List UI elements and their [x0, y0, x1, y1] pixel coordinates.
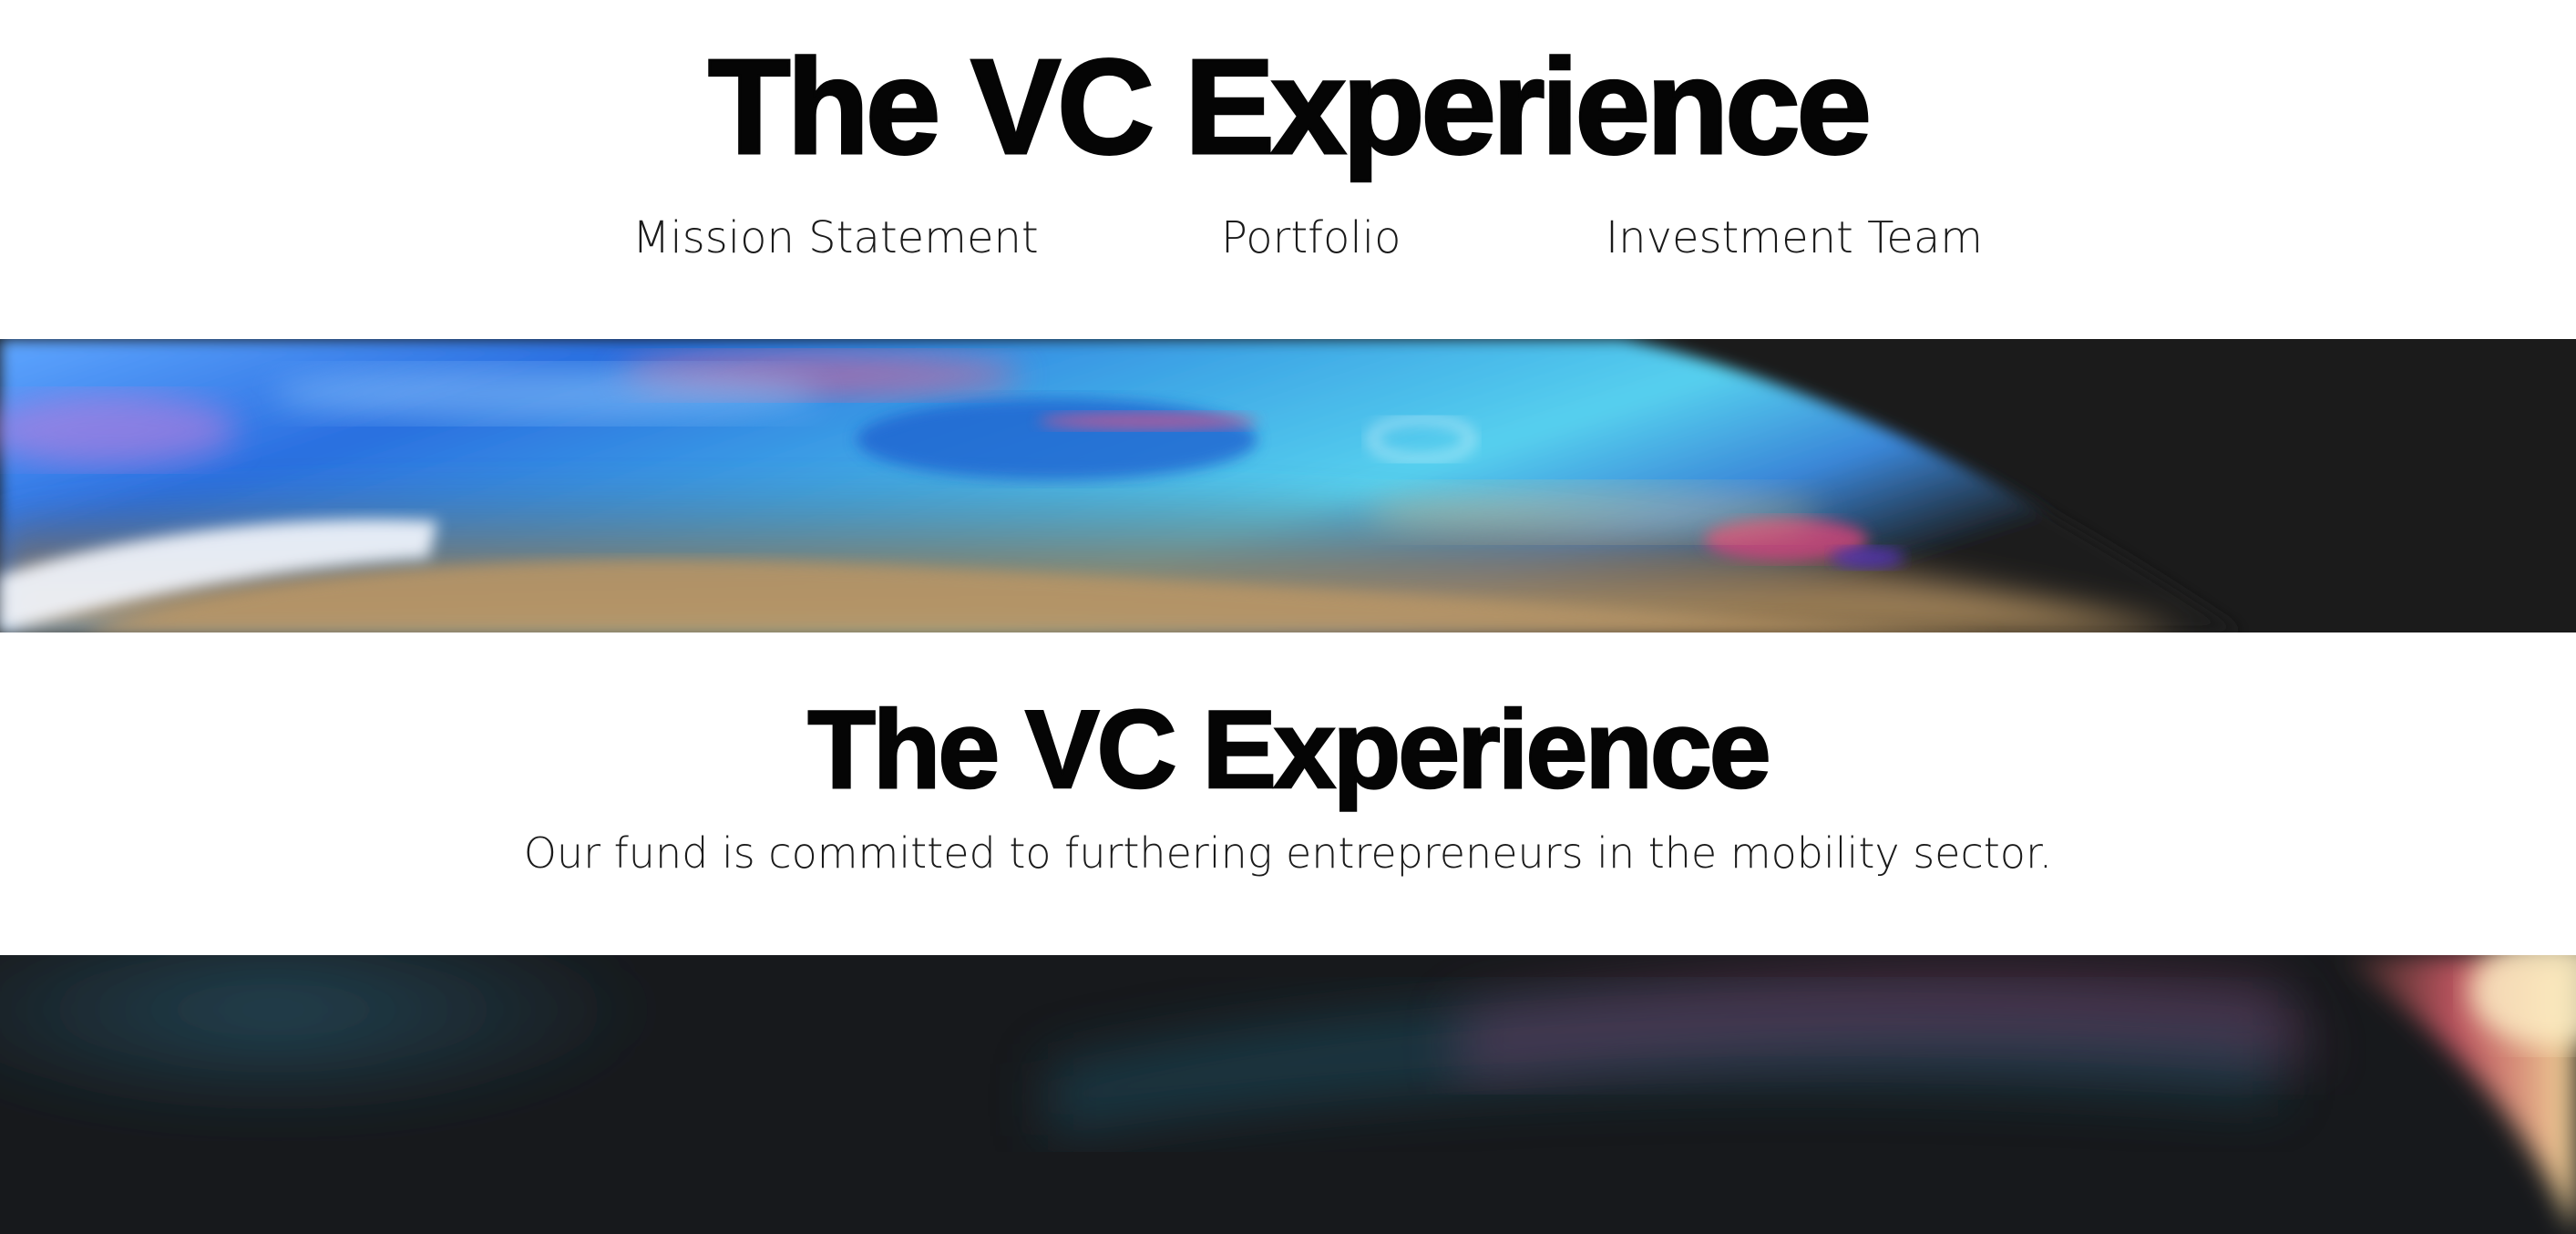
site-header: The VC Experience Mission Statement Port… — [0, 0, 2576, 339]
iridescent-banner-image — [0, 339, 2576, 632]
nav-link-investment-team[interactable]: Investment Team — [1606, 206, 1983, 270]
hero-section: The VC Experience Our fund is committed … — [0, 632, 2576, 955]
hero-title: The VC Experience — [806, 686, 1772, 813]
dark-gradient-banner-image — [0, 955, 2576, 1234]
site-title: The VC Experience — [707, 32, 1873, 182]
hero-tagline: Our fund is committed to furthering entr… — [523, 828, 2053, 878]
nav-link-mission-statement[interactable]: Mission Statement — [632, 206, 1039, 270]
nav-link-portfolio[interactable]: Portfolio — [1221, 206, 1401, 270]
main-nav: Mission Statement Portfolio Investment T… — [0, 206, 2576, 270]
